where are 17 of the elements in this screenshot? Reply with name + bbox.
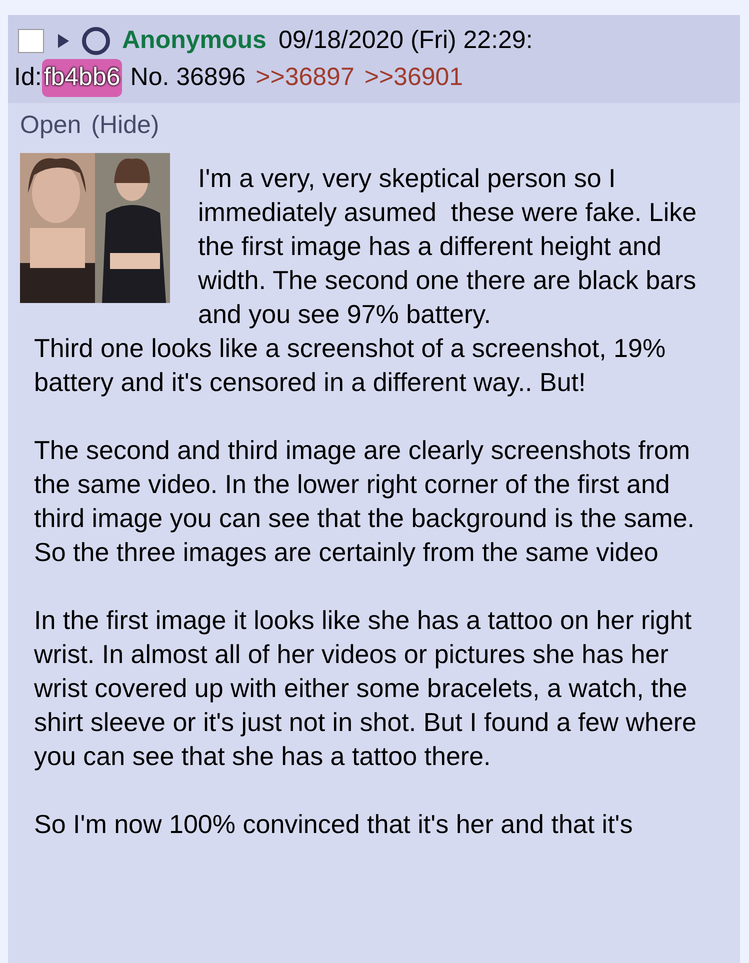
post-number: No. 36896	[130, 62, 246, 94]
poster-name: Anonymous	[122, 25, 266, 56]
post-paragraph: Third one looks like a screenshot of a screenshot, 19% battery and it's censored in a different way.. But!	[34, 332, 667, 399]
poster-id: fb4bb6	[42, 59, 122, 97]
triangle-icon[interactable]	[56, 33, 70, 49]
post-paragraph: I'm a very, very skeptical person so I immediately asumed these were fake. Like the first image has a different height and width. The second one there are black bars and you see 97% battery.	[198, 162, 698, 331]
post-action-link[interactable]: Open	[20, 107, 82, 143]
post-paragraph: So I'm now 100% convinced that it's her and that it's	[34, 808, 634, 841]
post-datetime: 09/18/2020 (Fri) 22:29:	[278, 25, 533, 56]
post-action-link[interactable]: (Hide)	[91, 107, 160, 143]
id-label: Id:	[14, 62, 42, 94]
circle-icon	[82, 27, 110, 55]
post-paragraph: The second and third image are clearly screenshots from the same video. In the lower right corner of the first and third image you can see that the background is the same. So the three images are certainly from the same video	[34, 434, 696, 569]
checkbox[interactable]	[18, 29, 44, 53]
reply-link[interactable]: >>36901	[364, 59, 464, 97]
reply-link[interactable]: >>36897	[256, 59, 354, 97]
post-paragraph: In the first image it looks like she has a tattoo on her right wrist. In almost all of her videos or pictures she has her wrist covered up with either some bracelets, a watch, the shirt sleeve or it's just not in shot. But I found a few where you can see that she has a tattoo there.	[34, 604, 698, 773]
